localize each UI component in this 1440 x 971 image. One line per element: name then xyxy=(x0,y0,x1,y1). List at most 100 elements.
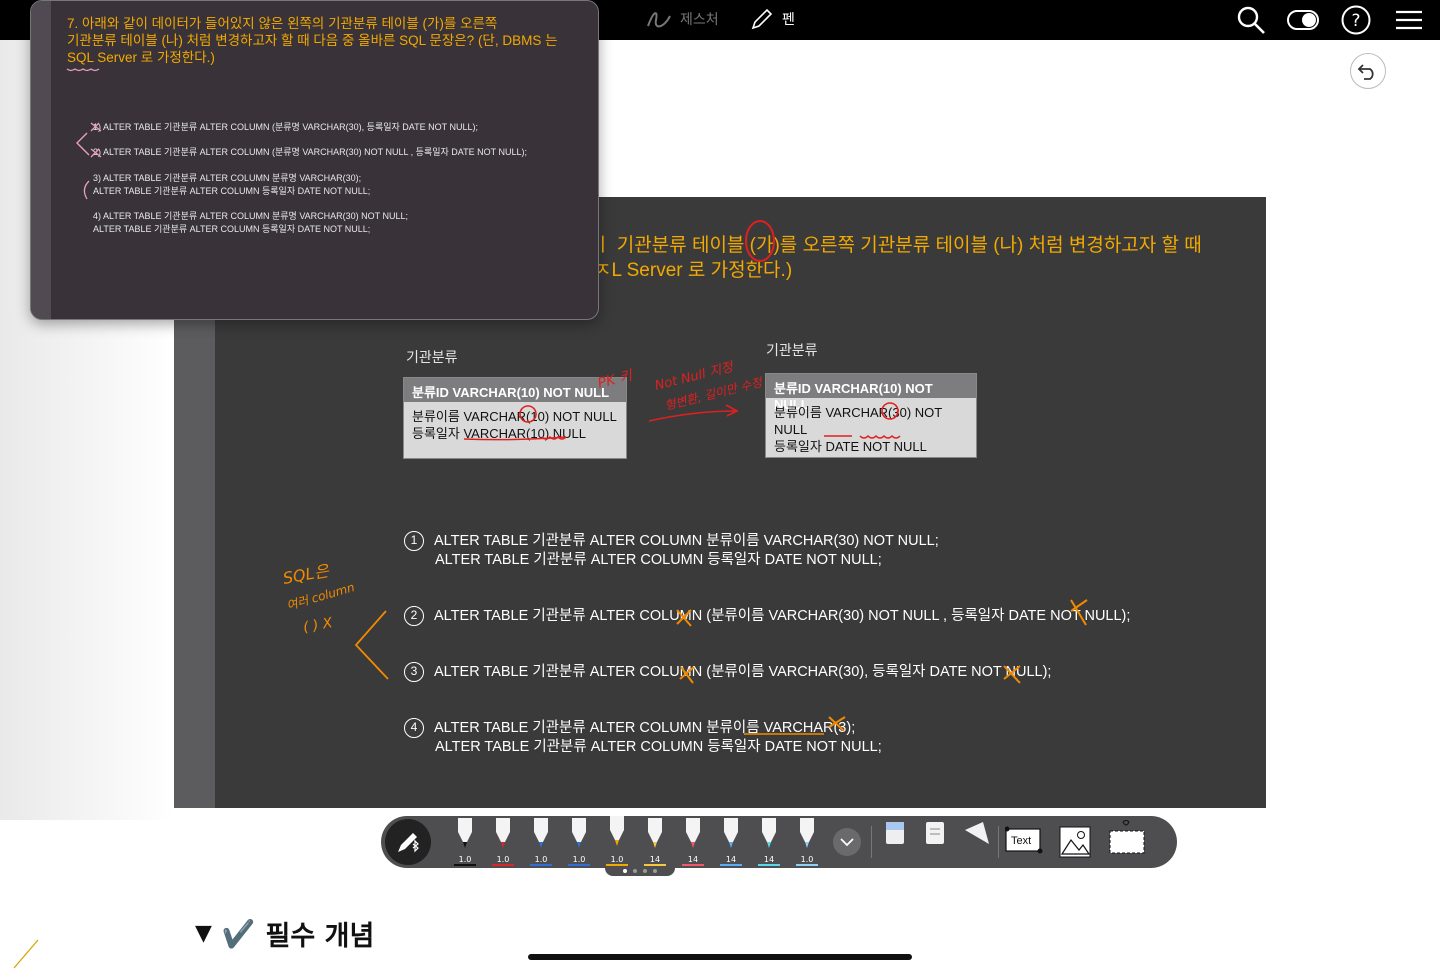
option-number: 1 xyxy=(404,531,424,551)
thumbnail-option: 1) ALTER TABLE 기관분류 ALTER COLUMN (분류명 VA… xyxy=(93,122,478,132)
pen-size-label: 1.0 xyxy=(534,855,548,864)
pen-preset[interactable]: 1.0 xyxy=(603,816,631,866)
image-icon xyxy=(1059,826,1091,858)
home-indicator[interactable] xyxy=(528,954,912,960)
pen-preset[interactable]: 1.0 xyxy=(527,818,555,866)
right-table-row: 등록일자 DATE NOT NULL xyxy=(774,439,927,454)
thumbnail-side-bar xyxy=(31,1,51,319)
pen-size-label: 14 xyxy=(649,855,661,864)
pen-color-swatch xyxy=(796,864,818,866)
right-table-row: 분류이름 VARCHAR(30) NOT NULL xyxy=(774,405,942,437)
pen-preset-icon xyxy=(648,818,662,848)
slide-question-line: ㅈL Server 로 가정한다.) xyxy=(594,260,793,281)
toolbar-divider xyxy=(871,826,872,858)
margin-pen-stroke xyxy=(13,939,39,969)
search-icon[interactable] xyxy=(1235,4,1267,36)
toolbar-page-indicator xyxy=(605,866,675,876)
pen-toolbar: 1.0 1.0 1.0 1.0 1.0 14 14 14 14 1.0 Text xyxy=(381,816,1177,868)
thumbnail-option: ALTER TABLE 기관분류 ALTER COLUMN 등록일자 DATE … xyxy=(93,224,371,234)
text-tool-button[interactable]: Text xyxy=(1004,826,1043,866)
toggle-icon[interactable] xyxy=(1287,4,1319,36)
pen-color-swatch xyxy=(454,864,476,866)
eraser-icon xyxy=(886,822,904,844)
menu-icon[interactable] xyxy=(1393,4,1425,36)
pen-size-label: 1.0 xyxy=(496,855,510,864)
pen-preset-icon xyxy=(800,818,814,848)
pen-preset-icon xyxy=(724,818,738,848)
memo-icon xyxy=(926,822,944,844)
page-thumbnail-popup[interactable]: 7. 아래와 같이 데이터가 들어있지 않은 왼쪽의 기관분류 테이블 (가)를… xyxy=(30,0,599,320)
pen-tool-button[interactable]: 펜 xyxy=(750,6,795,32)
answer-option-1: 1 ALTER TABLE 기관분류 ALTER COLUMN 분류이름 VARC… xyxy=(404,531,939,570)
pen-preset[interactable]: 14 xyxy=(679,818,707,866)
page-dot[interactable] xyxy=(643,869,647,873)
memo-tool-button[interactable] xyxy=(924,822,946,862)
left-table-row: 등록일자 VARCHAR(10) NULL xyxy=(412,426,587,441)
thumbnail-question-line: 기관분류 테이블 (나) 처럼 변경하고자 할 때 다음 중 올바른 SQL 문… xyxy=(67,33,558,48)
pen-preset[interactable]: 1.0 xyxy=(793,818,821,866)
answer-option-3: 3 ALTER TABLE 기관분류 ALTER COLUMN (분류이름 VAR… xyxy=(404,662,1051,682)
pen-tool-label: 펜 xyxy=(782,12,795,28)
pen-preset-icon xyxy=(610,816,624,846)
pen-preset[interactable]: 14 xyxy=(755,818,783,866)
image-tool-button[interactable] xyxy=(1059,826,1091,866)
thumbnail-option: ALTER TABLE 기관분류 ALTER COLUMN 등록일자 DATE … xyxy=(93,186,371,196)
page-dot[interactable] xyxy=(653,869,657,873)
pen-size-label: 14 xyxy=(725,855,737,864)
gesture-tool-label: 제스처 xyxy=(680,12,719,28)
page-dot[interactable] xyxy=(623,869,627,873)
pen-preset-icon xyxy=(534,818,548,848)
option-text: ALTER TABLE 기관분류 ALTER COLUMN (분류이름 VARC… xyxy=(434,663,1052,680)
pen-bluetooth-icon xyxy=(398,833,419,853)
pen-size-label: 14 xyxy=(687,855,699,864)
page-dot[interactable] xyxy=(633,869,637,873)
right-table-title: 기관분류 xyxy=(766,342,818,358)
pen-preset[interactable]: 14 xyxy=(641,818,669,866)
pen-color-swatch xyxy=(568,864,590,866)
pen-preset[interactable]: 14 xyxy=(717,818,745,866)
pen-preset[interactable]: 1.0 xyxy=(489,818,517,866)
section-heading[interactable]: ▼ ✔️ 필수 개념 xyxy=(195,914,374,953)
lasso-tool-button[interactable] xyxy=(1109,820,1145,860)
pen-icon xyxy=(751,8,773,30)
expand-pens-button[interactable] xyxy=(833,828,861,856)
thumbnail-option: 2) ALTER TABLE 기관분류 ALTER COLUMN (분류명 VA… xyxy=(93,147,527,157)
ruler-icon xyxy=(965,822,989,844)
pen-preset-icon xyxy=(572,818,586,848)
pen-color-swatch xyxy=(758,864,780,866)
pen-color-swatch xyxy=(530,864,552,866)
lasso-select-icon xyxy=(1109,820,1145,854)
left-table-header: 분류ID VARCHAR(10) NOT NULL xyxy=(404,378,626,402)
gesture-tool-button[interactable]: 제스처 xyxy=(646,6,719,32)
thumbnail-question-line: SQL Server 로 가정한다.) xyxy=(67,50,215,65)
pen-mode-button[interactable] xyxy=(385,819,431,865)
eraser-tool-button[interactable] xyxy=(884,822,906,862)
slide-question-line: ㅣ 기관분류 테이블 (가)를 오른쪽 기관분류 테이블 (나) 처럼 변경하고… xyxy=(594,235,1202,256)
svg-text:?: ? xyxy=(1351,11,1360,31)
answer-option-2: 2 ALTER TABLE 기관분류 ALTER COLUMN (분류이름 VAR… xyxy=(404,606,1130,626)
handwriting-note: 형변환, 길이만 수정 xyxy=(663,375,765,413)
option-number: 2 xyxy=(404,606,424,626)
ruler-tool-button[interactable] xyxy=(963,822,991,862)
right-table: 분류ID VARCHAR(10) NOT NULL 분류이름 VARCHAR(3… xyxy=(765,373,977,458)
pen-color-swatch xyxy=(492,864,514,866)
option-text: ALTER TABLE 기관분류 ALTER COLUMN (분류이름 VARC… xyxy=(434,607,1131,624)
chevron-down-icon xyxy=(840,838,854,847)
pen-size-label: 1.0 xyxy=(610,855,624,864)
pen-preset[interactable]: 1.0 xyxy=(451,818,479,866)
toolbar-divider xyxy=(998,826,999,858)
pen-preset[interactable]: 1.0 xyxy=(565,818,593,866)
thumbnail-question-line: 7. 아래와 같이 데이터가 들어있지 않은 왼쪽의 기관분류 테이블 (가)를… xyxy=(67,16,498,31)
thumbnail-option: 3) ALTER TABLE 기관분류 ALTER COLUMN 분류명 VAR… xyxy=(93,173,362,183)
undo-button[interactable] xyxy=(1350,53,1386,89)
thumbnail-option: 4) ALTER TABLE 기관분류 ALTER COLUMN 분류명 VAR… xyxy=(93,211,409,221)
collapse-caret-icon[interactable]: ▼ xyxy=(195,921,212,946)
option-text: ALTER TABLE 기관분류 ALTER COLUMN 분류이름 VARCH… xyxy=(434,719,856,736)
help-icon[interactable]: ? xyxy=(1340,4,1372,36)
option-text: ALTER TABLE 기관분류 ALTER COLUMN 등록일자 DATE … xyxy=(435,739,882,755)
left-table: 분류ID VARCHAR(10) NOT NULL 분류이름 VARCHAR(1… xyxy=(403,377,627,459)
option-text: ALTER TABLE 기관분류 ALTER COLUMN 분류이름 VARCH… xyxy=(434,532,939,549)
thumbnail-question: 7. 아래와 같이 데이터가 들어있지 않은 왼쪽의 기관분류 테이블 (가)를… xyxy=(67,15,558,66)
undo-icon xyxy=(1357,64,1374,80)
pen-color-swatch xyxy=(720,864,742,866)
